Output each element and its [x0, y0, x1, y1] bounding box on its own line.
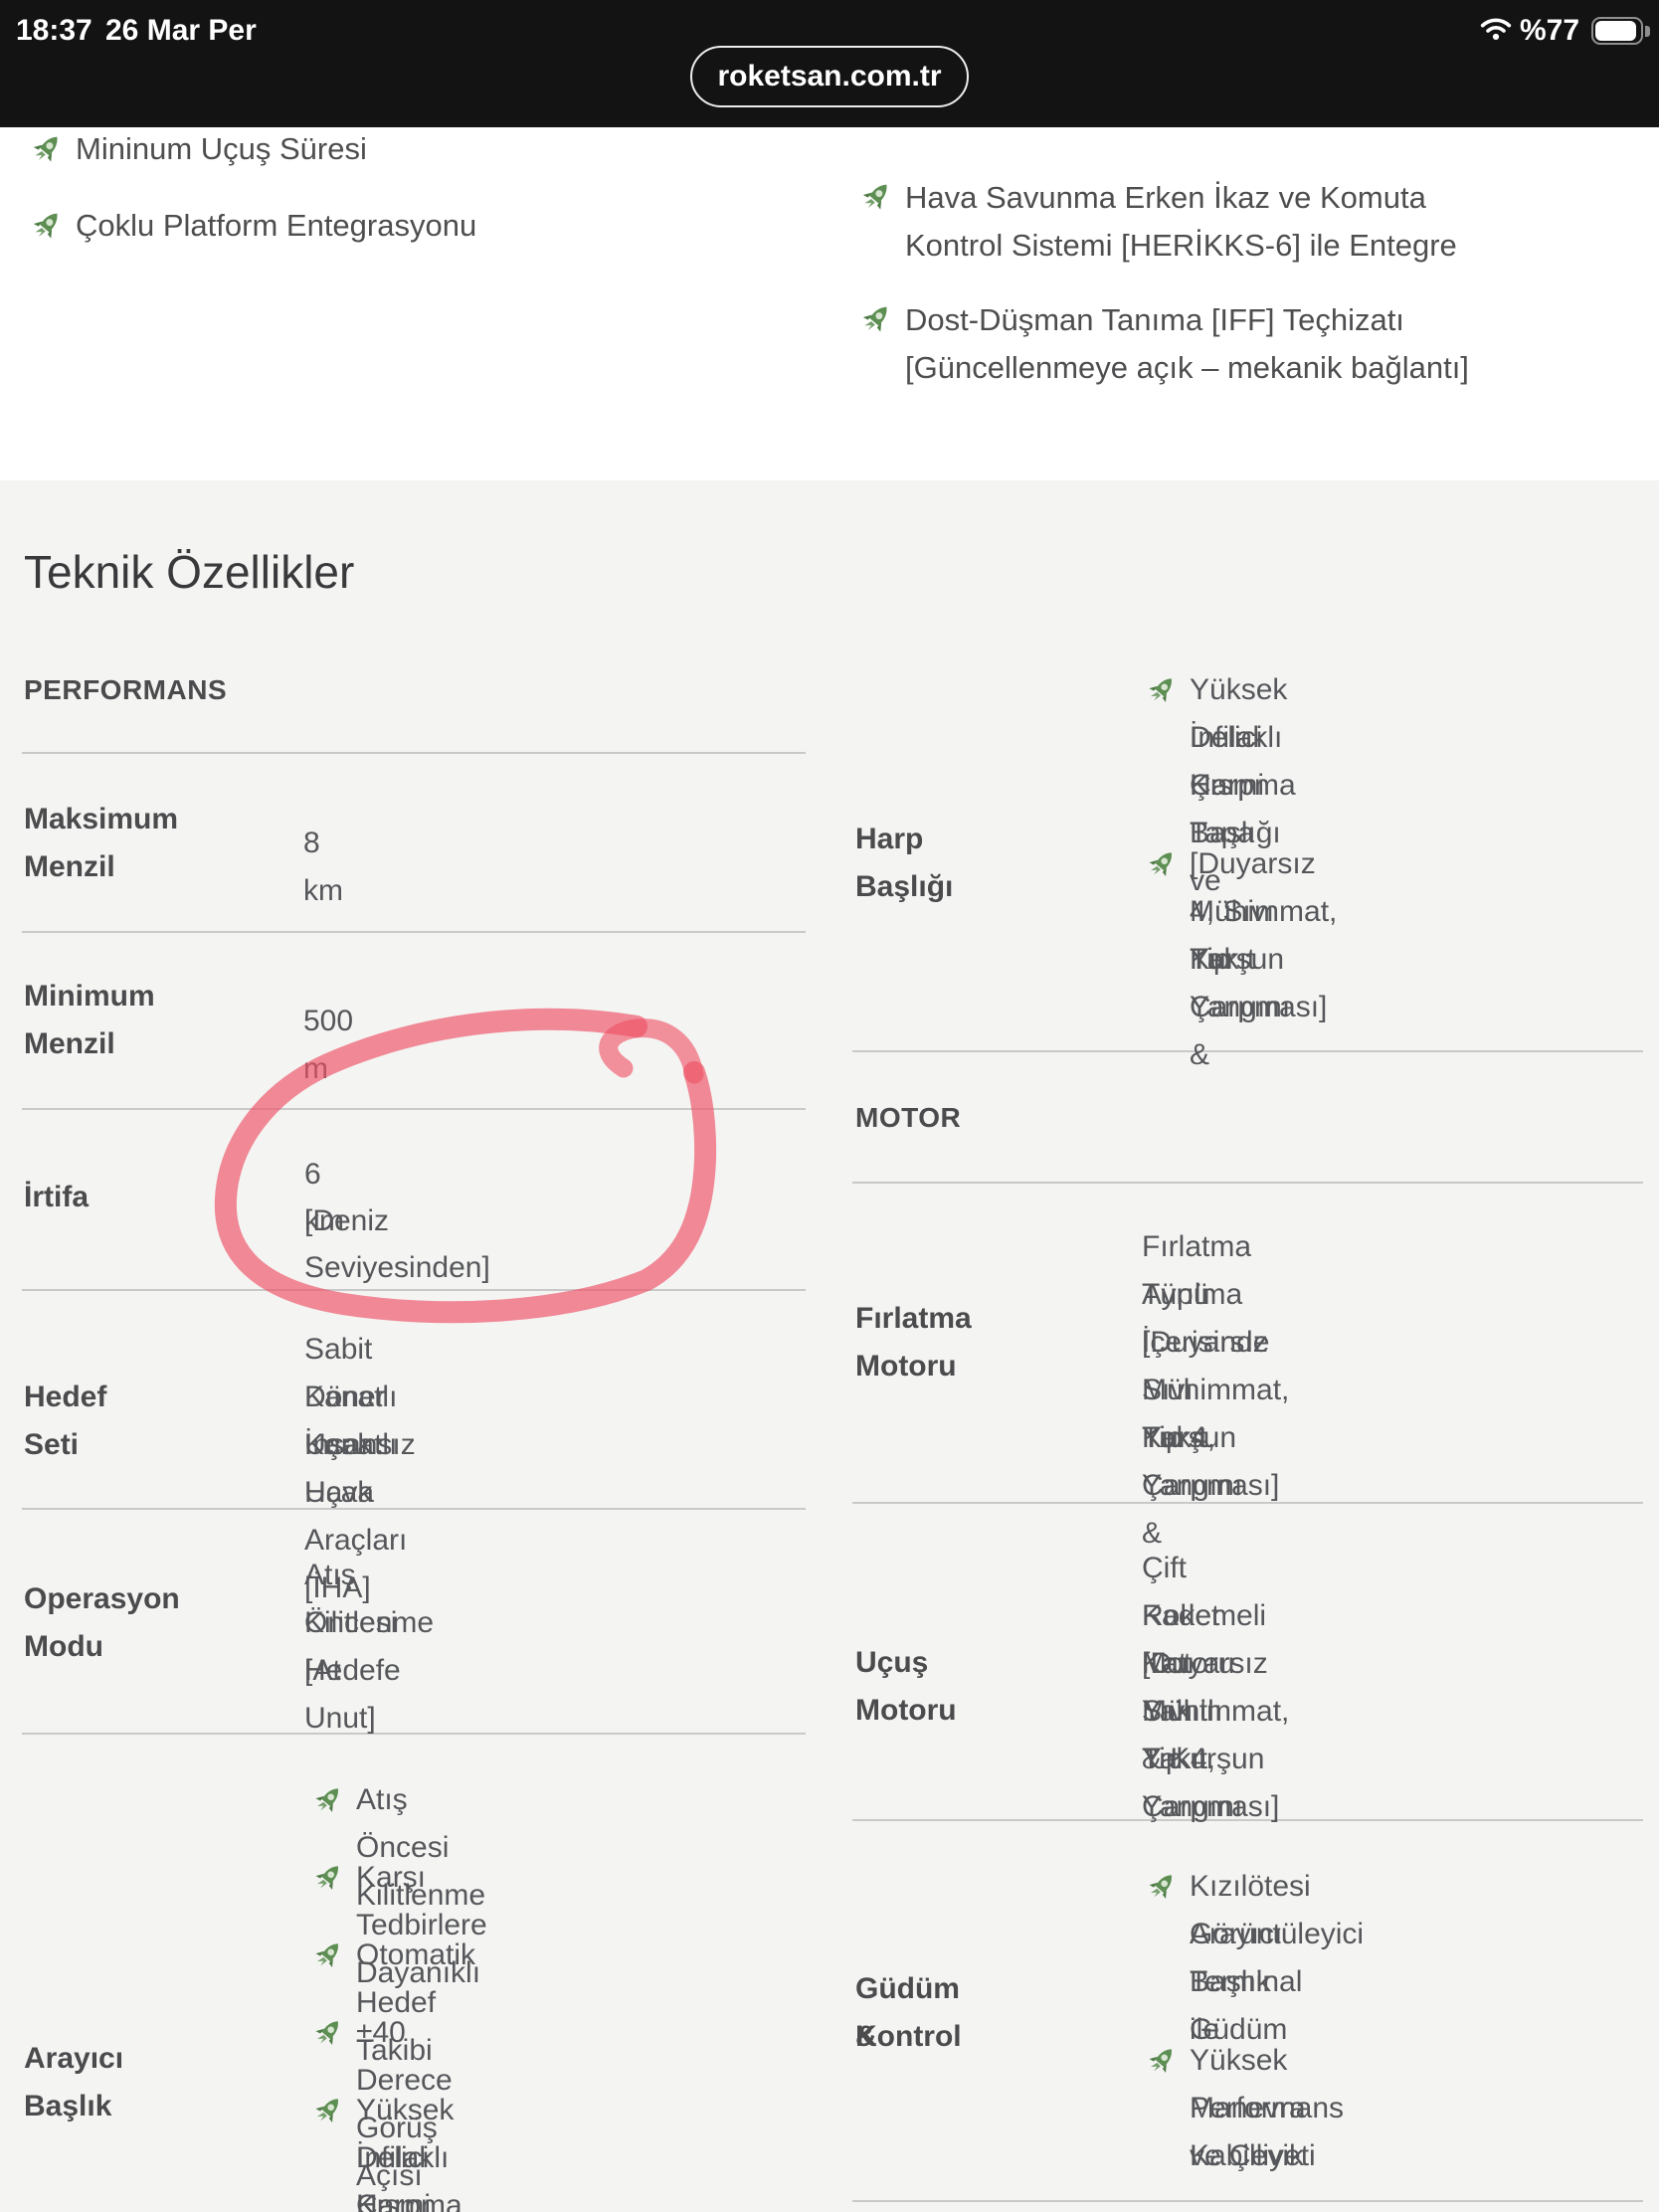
spec-label: Uçuş Motoru	[855, 1639, 957, 1735]
intro-item-label: Çoklu Platform Entegrasyonu	[76, 202, 476, 250]
battery-percent: %77	[1520, 14, 1579, 48]
spec-bullet-line: Kurşun Çarpması]	[1190, 936, 1327, 1031]
spec-value: Kilitlenme	[304, 1599, 434, 1647]
intro-item-line: Dost-Düşman Tanıma [IFF] Teçhizatı	[905, 296, 1404, 344]
specs-section-background	[0, 480, 1659, 2212]
spec-label: Fırlatma	[855, 1295, 972, 1343]
spec-label: İrtifa	[24, 1174, 89, 1221]
spec-label: Motoru	[855, 1343, 957, 1390]
spec-label: Operasyon	[24, 1575, 180, 1623]
address-bar[interactable]: roketsan.com.tr	[690, 46, 969, 107]
status-bar: 18:37 26 Mar Per %77 roketsan.com.tr	[0, 0, 1659, 127]
spec-label: Arayıcı	[24, 2035, 123, 2083]
separator	[852, 1182, 1643, 1184]
section-label-motor: MOTOR	[855, 1102, 961, 1134]
spec-value: [At Unut]	[304, 1647, 376, 1743]
battery-icon-tip	[1645, 26, 1650, 37]
spec-label: Maksimum	[24, 796, 178, 843]
status-time: 18:37	[16, 14, 92, 48]
status-date: 26 Mar Per	[105, 14, 257, 48]
spec-value: 500 m	[303, 998, 353, 1093]
separator	[22, 1108, 806, 1110]
spec-value: [Deniz Seviyesinden]	[304, 1198, 490, 1291]
spec-label: Başlık	[24, 2083, 111, 2130]
spec-label: Hedef Seti	[24, 1374, 106, 1469]
separator	[22, 752, 806, 754]
spec-value: 8 km	[303, 820, 343, 915]
intro-item-line: [Güncellenmeye açık – mekanik bağlantı]	[905, 344, 1469, 392]
spec-label: Kontrol	[855, 2013, 962, 2061]
separator	[22, 931, 806, 933]
battery-icon	[1591, 17, 1643, 45]
wifi-icon	[1479, 16, 1513, 42]
intro-item-label: Mininum Uçuş Süresi	[76, 125, 367, 173]
spec-bullet-line: Çarpma Tapa	[356, 2182, 462, 2212]
page: Mininum Uçuş Süresi Çoklu Platform Enteg…	[0, 0, 1659, 2212]
spec-value: & Kurşun Çarpması]	[1142, 1736, 1279, 1831]
rocket-icon	[849, 292, 903, 346]
rocket-icon	[20, 122, 74, 176]
spec-value: Ayrılma	[1142, 1271, 1242, 1319]
separator	[22, 1733, 806, 1735]
spec-label: Minimum	[24, 973, 155, 1020]
separator	[852, 2200, 1643, 2202]
rocket-icon	[20, 199, 74, 253]
spec-label: Menzil	[24, 1020, 115, 1068]
spec-label: Harp Başlığı	[855, 816, 953, 911]
page-title: Teknik Özellikler	[24, 545, 354, 599]
intro-item-line: Kontrol Sistemi [HERİKKS-6] ile Entegre	[905, 222, 1457, 270]
spec-value: Kurşun Çarpması]	[1142, 1414, 1279, 1510]
intro-item-line: Hava Savunma Erken İkaz ve Komuta	[905, 174, 1426, 222]
spec-label: Menzil	[24, 843, 115, 891]
rocket-icon	[849, 170, 903, 224]
section-label-performans: PERFORMANS	[24, 674, 227, 706]
spec-label: Modu	[24, 1623, 103, 1671]
spec-bullet-line: Performans Kabilliyeti	[1190, 2085, 1344, 2180]
